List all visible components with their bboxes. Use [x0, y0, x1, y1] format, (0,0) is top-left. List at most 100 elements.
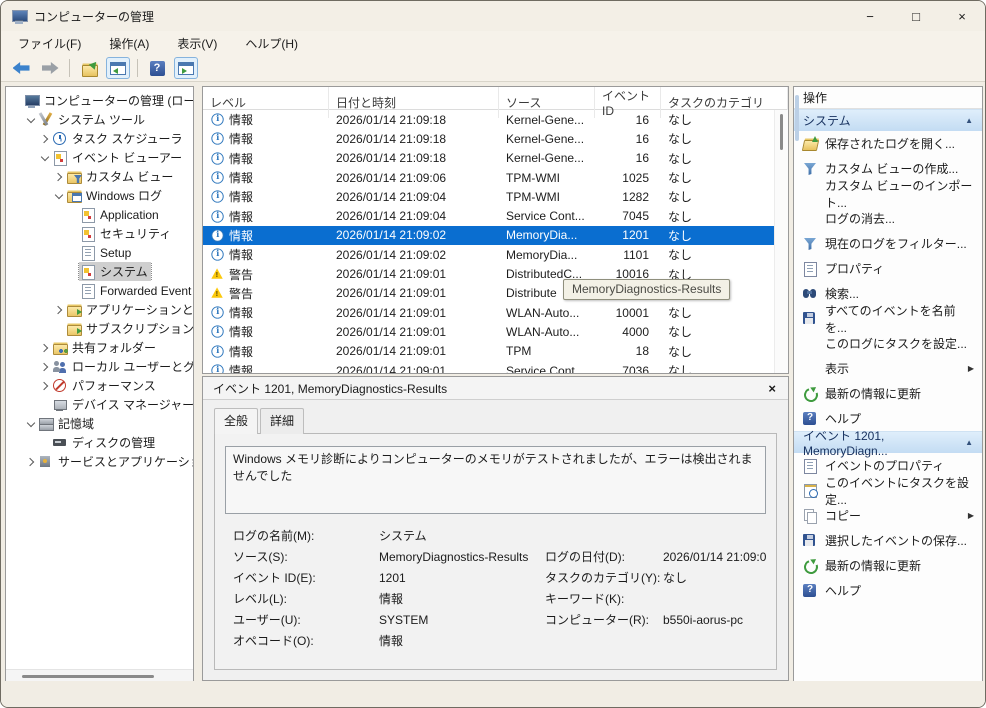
help2-icon — [802, 583, 818, 598]
actions-scrollbar-thumb[interactable] — [795, 95, 799, 141]
event-row[interactable]: 情報2026/01/14 21:09:04TPM-WMI1282なし — [203, 187, 788, 206]
tree-item[interactable]: コンピューターの管理 (ローカル) — [6, 91, 193, 110]
action-item[interactable]: 現在のログをフィルター... — [794, 231, 982, 256]
collapse-caret-icon[interactable]: ▲ — [965, 438, 973, 447]
action-item[interactable]: 最新の情報に更新 — [794, 553, 982, 578]
chevron-right-icon[interactable] — [38, 341, 51, 354]
tree-item[interactable]: パフォーマンス — [6, 376, 193, 395]
back-button[interactable] — [9, 57, 33, 79]
event-level-label: 情報 — [229, 323, 253, 340]
info-icon — [210, 151, 225, 165]
tree-item[interactable]: 共有フォルダー — [6, 338, 193, 357]
chevron-right-icon[interactable] — [38, 379, 51, 392]
event-level-cell: 警告 — [203, 284, 329, 303]
detail-close-icon[interactable]: × — [764, 381, 780, 396]
scrollbar-thumb[interactable] — [22, 675, 154, 678]
tree-item-label: イベント ビューアー — [72, 149, 182, 166]
menu-item-1[interactable]: 操作(A) — [100, 32, 158, 55]
show-hide-action-pane-button[interactable] — [174, 57, 198, 79]
event-row[interactable]: 情報2026/01/14 21:09:02MemoryDia...1201なし — [203, 226, 788, 245]
tree-item[interactable]: ディスクの管理 — [6, 433, 193, 452]
field-label: ログの日付(D): — [545, 548, 663, 565]
event-row[interactable]: 情報2026/01/14 21:09:06TPM-WMI1025なし — [203, 168, 788, 187]
tree-item[interactable]: ローカル ユーザーとグループ — [6, 357, 193, 376]
event-row[interactable]: 情報2026/01/14 21:09:18Kernel-Gene...16なし — [203, 129, 788, 148]
tree-item[interactable]: タスク スケジューラ — [6, 129, 193, 148]
menu-item-0[interactable]: ファイル(F) — [9, 32, 90, 55]
event-row[interactable]: 情報2026/01/14 21:09:01WLAN-Auto...4000なし — [203, 322, 788, 341]
event-category-cell: なし — [661, 206, 788, 225]
scrollbar-thumb[interactable] — [780, 114, 783, 150]
tree-horizontal-scrollbar[interactable] — [6, 669, 193, 681]
chevron-right-icon[interactable] — [52, 303, 65, 316]
event-level-label: 情報 — [229, 246, 253, 263]
export-list-button[interactable] — [77, 57, 101, 79]
event-datetime-cell: 2026/01/14 21:09:01 — [329, 342, 499, 361]
tree-item[interactable]: Application — [6, 205, 193, 224]
tree-item[interactable]: サービスとアプリケーション — [6, 452, 193, 471]
event-row[interactable]: 情報2026/01/14 21:09:04Service Cont...7045… — [203, 206, 788, 225]
tab-general[interactable]: 全般 — [214, 408, 258, 434]
chevron-down-icon[interactable] — [24, 417, 37, 430]
app-icon — [11, 9, 27, 24]
tree-item[interactable]: カスタム ビュー — [6, 167, 193, 186]
event-datetime-cell: 2026/01/14 21:09:18 — [329, 110, 499, 129]
menu-item-2[interactable]: 表示(V) — [168, 32, 226, 55]
action-item[interactable]: このログにタスクを設定... — [794, 331, 982, 356]
chevron-placeholder — [66, 265, 79, 278]
action-section-header[interactable]: システム▲ — [794, 109, 982, 131]
action-item[interactable]: 最新の情報に更新 — [794, 381, 982, 406]
back-arrow-icon — [13, 62, 30, 74]
chevron-right-icon[interactable] — [38, 360, 51, 373]
tree-item[interactable]: セキュリティ — [6, 224, 193, 243]
log-icon — [80, 264, 96, 279]
tree-item[interactable]: アプリケーションとサービ — [6, 300, 193, 319]
event-row[interactable]: 情報2026/01/14 21:09:01Service Cont...7036… — [203, 361, 788, 374]
event-description[interactable]: Windows メモリ診断によりコンピューターのメモリがテストされましたが、エラ… — [225, 446, 766, 514]
tree-item[interactable]: Windows ログ — [6, 186, 193, 205]
show-hide-console-tree-button[interactable] — [106, 57, 130, 79]
event-row[interactable]: 情報2026/01/14 21:09:01WLAN-Auto...10001なし — [203, 303, 788, 322]
chevron-right-icon[interactable] — [52, 170, 65, 183]
tab-details[interactable]: 詳細 — [260, 408, 304, 434]
close-button[interactable]: × — [939, 1, 985, 31]
chevron-right-icon[interactable] — [24, 455, 37, 468]
event-row[interactable]: 情報2026/01/14 21:09:01TPM18なし — [203, 342, 788, 361]
maximize-button[interactable]: □ — [893, 1, 939, 31]
action-item[interactable]: すべてのイベントを名前を... — [794, 306, 982, 331]
action-item[interactable]: このイベントにタスクを設定... — [794, 478, 982, 503]
chevron-down-icon[interactable] — [52, 189, 65, 202]
chevron-down-icon[interactable] — [38, 151, 51, 164]
tree-item[interactable]: Setup — [6, 243, 193, 262]
tree-item[interactable]: システム ツール — [6, 110, 193, 129]
minimize-button[interactable]: − — [847, 1, 893, 31]
submenu-arrow-icon: ▶ — [968, 364, 974, 373]
detail-field-row: ユーザー(U):SYSTEMコンピューター(R):b550i-aorus-pc — [225, 609, 766, 630]
action-item[interactable]: ヘルプ — [794, 578, 982, 603]
tree-item[interactable]: システム — [6, 262, 193, 281]
event-row[interactable]: 情報2026/01/14 21:09:18Kernel-Gene...16なし — [203, 110, 788, 129]
action-section-header[interactable]: イベント 1201, MemoryDiagn...▲ — [794, 431, 982, 453]
action-item-label: プロパティ — [825, 260, 884, 277]
event-list-scrollbar[interactable] — [774, 110, 788, 373]
action-item[interactable]: プロパティ — [794, 256, 982, 281]
tree-item[interactable]: イベント ビューアー — [6, 148, 193, 167]
chevron-down-icon[interactable] — [24, 113, 37, 126]
tree-item[interactable]: Forwarded Event — [6, 281, 193, 300]
help-button[interactable]: ? — [145, 57, 169, 79]
collapse-caret-icon[interactable]: ▲ — [965, 116, 973, 125]
save-icon — [802, 311, 818, 326]
chevron-right-icon[interactable] — [38, 132, 51, 145]
action-item[interactable]: 保存されたログを開く... — [794, 131, 982, 156]
action-item[interactable]: 表示▶ — [794, 356, 982, 381]
tree-item[interactable]: サブスクリプション — [6, 319, 193, 338]
action-item[interactable]: カスタム ビューのインポート... — [794, 181, 982, 206]
action-item[interactable]: 選択したイベントの保存... — [794, 528, 982, 553]
tree-item[interactable]: 記憶域 — [6, 414, 193, 433]
menu-item-3[interactable]: ヘルプ(H) — [236, 32, 307, 55]
event-level-cell: 情報 — [203, 245, 329, 264]
tree-item[interactable]: デバイス マネージャー — [6, 395, 193, 414]
forward-button[interactable] — [38, 57, 62, 79]
event-row[interactable]: 情報2026/01/14 21:09:02MemoryDia...1101なし — [203, 245, 788, 264]
event-row[interactable]: 情報2026/01/14 21:09:18Kernel-Gene...16なし — [203, 149, 788, 168]
